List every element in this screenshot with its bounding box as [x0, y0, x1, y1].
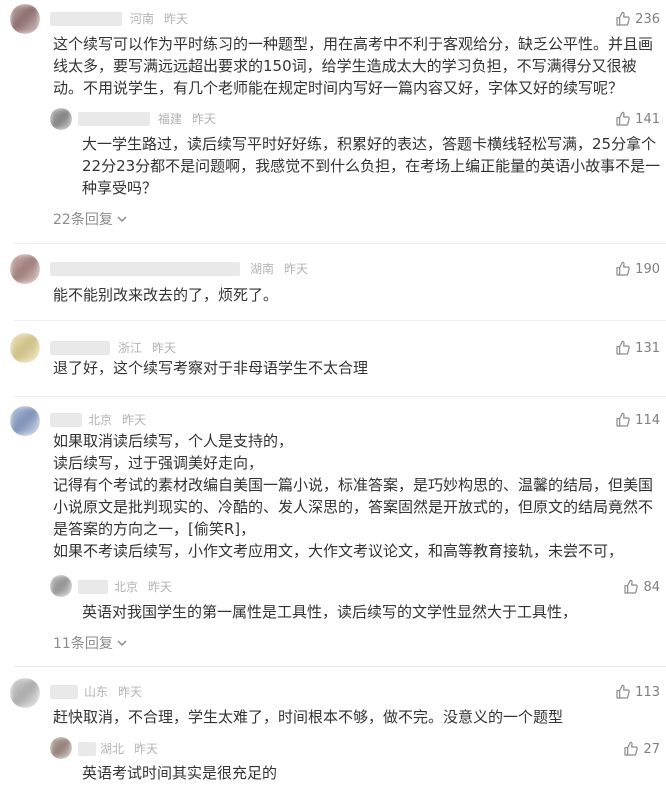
- like-count: 131: [635, 340, 660, 356]
- comment-meta: 湖北 昨天: [100, 742, 158, 756]
- like-count: 113: [635, 684, 660, 700]
- like-button[interactable]: 190: [615, 260, 660, 278]
- comment-meta: 湖南 昨天: [250, 262, 308, 276]
- comment-text: 能不能别改来改去的了，烦死了。: [53, 286, 279, 304]
- username-blurred[interactable]: [50, 413, 82, 427]
- like-count: 84: [643, 579, 660, 595]
- avatar[interactable]: [10, 406, 40, 436]
- comment-text: 这个续写可以作为平时练习的一种题型，用在高考中不利于客观给分，缺乏公平性。并且画…: [53, 35, 654, 97]
- divider: [14, 396, 666, 397]
- like-button[interactable]: 131: [615, 339, 660, 357]
- timestamp: 昨天: [152, 341, 177, 355]
- avatar[interactable]: [10, 333, 40, 363]
- comment-meta: 浙江 昨天: [118, 341, 176, 355]
- location: 湖北: [100, 742, 125, 756]
- username-blurred[interactable]: [50, 341, 110, 355]
- reply-avatar[interactable]: [50, 108, 72, 130]
- avatar[interactable]: [10, 678, 40, 708]
- timestamp: 昨天: [134, 742, 159, 756]
- reply-text: 大一学生路过，读后续写平时好好练，积累好的表达，答题卡横线轻松写满，25分拿个 …: [82, 135, 661, 197]
- view-more-replies[interactable]: 22条回复: [53, 209, 127, 229]
- thumbs-up-icon: [616, 111, 630, 126]
- timestamp: 昨天: [148, 580, 173, 594]
- location: 浙江: [118, 341, 143, 355]
- location: 北京: [88, 413, 113, 427]
- chevron-down-icon: [117, 216, 127, 223]
- reply-avatar[interactable]: [50, 575, 72, 597]
- comment-meta: 山东 昨天: [84, 685, 142, 699]
- timestamp: 昨天: [164, 12, 189, 26]
- location: 福建: [158, 112, 183, 126]
- like-count: 236: [635, 11, 660, 27]
- location: 河南: [130, 12, 155, 26]
- divider: [14, 243, 666, 244]
- reply-text: 英语考试时间其实是很充足的: [82, 764, 278, 782]
- like-button[interactable]: 27: [623, 740, 660, 758]
- comment-text: 退了好，这个续写考察对于非母语学生不太合理: [53, 359, 369, 377]
- like-count: 27: [643, 741, 660, 757]
- reply-avatar[interactable]: [50, 737, 72, 759]
- timestamp: 昨天: [192, 112, 217, 126]
- like-count: 190: [635, 261, 660, 277]
- timestamp: 昨天: [122, 413, 147, 427]
- reply-text: 英语对我国学生的第一属性是工具性，读后续写的文学性显然大于工具性，: [82, 603, 578, 621]
- username-blurred[interactable]: [50, 685, 78, 699]
- comment-meta: 北京 昨天: [114, 580, 172, 594]
- like-count: 114: [635, 412, 660, 428]
- comment-text: 赶快取消，不合理，学生太难了，时间根本不够，做不完。没意义的一个题型: [53, 708, 564, 726]
- like-count: 141: [635, 111, 660, 127]
- comment-text: 如果取消读后续写，个人是支持的， 读后续写，过于强调美好走向， 记得有个考试的素…: [53, 432, 654, 560]
- username-blurred[interactable]: [78, 112, 150, 126]
- view-more-replies[interactable]: 11条回复: [53, 633, 127, 653]
- comment-meta: 河南 昨天: [130, 12, 188, 26]
- username-blurred[interactable]: [50, 12, 122, 26]
- timestamp: 昨天: [284, 262, 309, 276]
- location: 北京: [114, 580, 139, 594]
- like-button[interactable]: 236: [615, 10, 660, 28]
- username-blurred[interactable]: [50, 262, 240, 276]
- comment-meta: 福建 昨天: [158, 112, 216, 126]
- thumbs-up-icon: [616, 11, 630, 26]
- thumbs-up-icon: [616, 412, 630, 427]
- comment-meta: 北京 昨天: [88, 413, 146, 427]
- thumbs-up-icon: [624, 579, 639, 594]
- thumbs-up-icon: [616, 261, 630, 276]
- divider: [14, 320, 666, 321]
- location: 湖南: [250, 262, 275, 276]
- avatar[interactable]: [10, 4, 40, 34]
- like-button[interactable]: 113: [615, 683, 660, 701]
- chevron-down-icon: [117, 640, 127, 647]
- username-blurred[interactable]: [78, 580, 108, 594]
- like-button[interactable]: 141: [615, 110, 660, 128]
- like-button[interactable]: 114: [615, 411, 660, 429]
- like-button[interactable]: 84: [623, 578, 660, 596]
- thumbs-up-icon: [616, 340, 630, 355]
- thumbs-up-icon: [616, 684, 630, 699]
- location: 山东: [84, 685, 109, 699]
- thumbs-up-icon: [624, 741, 639, 756]
- avatar[interactable]: [10, 254, 40, 284]
- username-blurred[interactable]: [78, 742, 96, 756]
- timestamp: 昨天: [118, 685, 143, 699]
- divider: [14, 666, 666, 667]
